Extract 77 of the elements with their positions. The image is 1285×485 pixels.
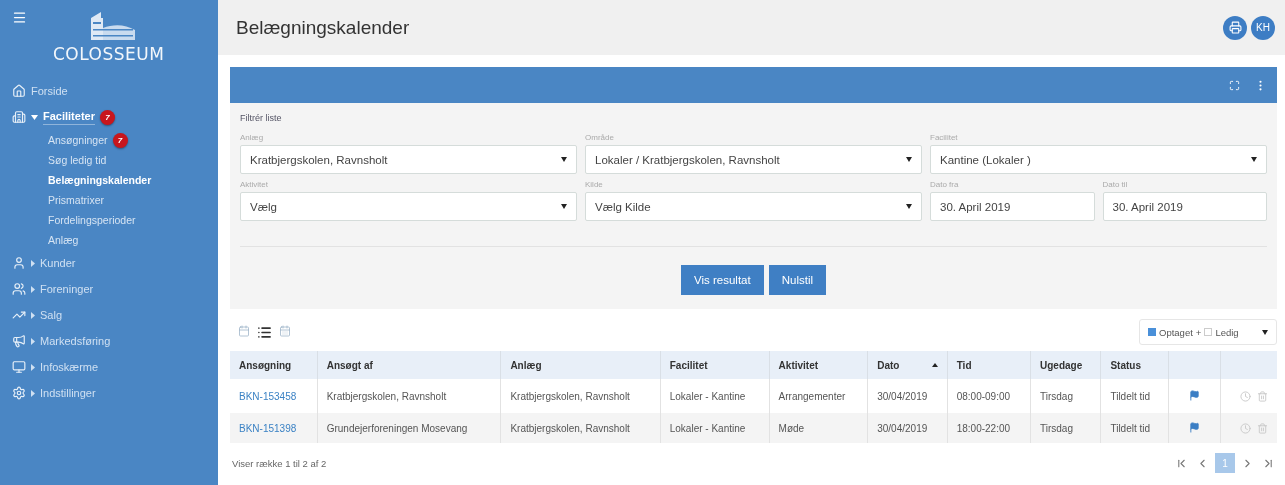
people-icon <box>12 282 26 296</box>
table-cell[interactable]: BKN-153458 <box>230 379 318 413</box>
field-label: Anlæg <box>240 133 265 142</box>
megaphone-icon <box>12 334 26 348</box>
nav-item[interactable]: Markedsføring <box>40 335 111 347</box>
list-view-button[interactable] <box>257 324 272 340</box>
calendar-day-view-button[interactable] <box>279 324 291 340</box>
nav-subitem[interactable]: Anlæg <box>48 234 79 246</box>
legend-dropdown[interactable]: Optaget + Ledig <box>1139 319 1277 345</box>
nav-item[interactable]: Forside <box>31 85 68 97</box>
settings-icon <box>12 386 26 400</box>
user-avatar[interactable]: KH <box>1251 15 1275 40</box>
flag-icon[interactable] <box>1189 421 1200 433</box>
table-cell: Tildelt tid <box>1100 413 1169 443</box>
column-header[interactable]: Facilitet <box>660 351 770 379</box>
field-label: Facilitet <box>930 133 959 142</box>
print-button[interactable] <box>1223 15 1247 40</box>
table-cell: Kratbjergskolen, Ravnsholt <box>500 413 661 443</box>
column-header[interactable]: Ansøgning <box>230 351 318 379</box>
select-field[interactable]: Vælg <box>240 192 577 221</box>
table-cell[interactable]: BKN-151398 <box>230 413 318 443</box>
clock-icon[interactable] <box>1240 390 1251 402</box>
nav-item[interactable]: Infoskærme <box>40 361 99 373</box>
column-header[interactable]: Tid <box>947 351 1031 379</box>
building-icon <box>12 110 26 124</box>
page-title: Belægningskalender <box>236 16 410 39</box>
home-icon <box>12 84 26 98</box>
nav-subitem[interactable]: Fordelingsperioder <box>48 214 136 226</box>
nav-subitem[interactable]: Søg ledig tid <box>48 154 107 166</box>
application-link[interactable]: BKN-153458 <box>239 390 297 402</box>
nav-subitem[interactable]: Prismatrixer <box>48 194 104 206</box>
show-results-button[interactable]: Vis resultat <box>681 265 764 295</box>
row-summary: Viser række 1 til 2 af 2 <box>232 457 327 469</box>
table-cell: 18:00-22:00 <box>947 413 1031 443</box>
nav-item[interactable]: Indstillinger <box>40 387 96 399</box>
table-cell: Grundejerforeningen Mosevang <box>317 413 501 443</box>
field-label: Dato fra <box>930 180 960 189</box>
printer-icon <box>1228 21 1242 34</box>
person-icon <box>12 256 26 270</box>
column-header[interactable]: Status <box>1100 351 1169 379</box>
nav-item[interactable]: Kunder <box>40 257 76 269</box>
monitor-icon <box>12 360 26 374</box>
select-field[interactable]: Kratbjergskolen, Ravnsholt <box>240 145 577 174</box>
table-cell: 30/04/2019 <box>867 413 948 443</box>
count-badge: 7 <box>112 132 128 148</box>
column-header[interactable]: Anlæg <box>500 351 661 379</box>
field-label: Aktivitet <box>240 180 269 189</box>
nav-subitem[interactable]: Belægningskalender <box>48 174 152 186</box>
select-field[interactable]: Lokaler / Kratbjergskolen, Ravnsholt <box>585 145 922 174</box>
nav-item[interactable]: Faciliteter <box>43 109 95 125</box>
count-badge: 7 <box>99 109 115 125</box>
select-field[interactable]: Vælg Kilde <box>585 192 922 221</box>
nav-item[interactable]: Foreninger <box>40 283 94 295</box>
date-field[interactable]: 30. April 2019 <box>1102 192 1267 221</box>
application-link[interactable]: BKN-151398 <box>239 422 297 434</box>
calendar-view-button[interactable] <box>238 324 250 340</box>
column-header[interactable]: Ugedage <box>1030 351 1101 379</box>
date-field[interactable]: 30. April 2019 <box>930 192 1095 221</box>
nav-subitem[interactable]: Ansøgninger <box>48 134 108 146</box>
table-cell: Lokaler - Kantine <box>660 413 770 443</box>
column-header[interactable]: Ansøgt af <box>317 351 501 379</box>
logo-text: COLOSSEUM <box>53 44 165 64</box>
select-field[interactable]: Kantine (Lokaler ) <box>930 145 1267 174</box>
flag-icon[interactable] <box>1189 389 1200 401</box>
filter-title: Filtrér liste <box>240 113 283 123</box>
reset-button[interactable]: Nulstil <box>768 265 826 295</box>
column-header[interactable]: Aktivitet <box>769 351 868 379</box>
field-label: Område <box>585 133 615 142</box>
table-cell: Møde <box>769 413 868 443</box>
table-cell: Tirsdag <box>1030 413 1101 443</box>
menu-icon[interactable] <box>12 10 27 25</box>
field-label: Dato til <box>1102 180 1129 189</box>
column-header[interactable]: Dato <box>867 351 948 379</box>
nav-item[interactable]: Salg <box>40 309 63 321</box>
delete-icon[interactable] <box>1257 390 1268 402</box>
field-label: Kilde <box>585 180 604 189</box>
fullscreen-icon[interactable] <box>1229 79 1240 91</box>
